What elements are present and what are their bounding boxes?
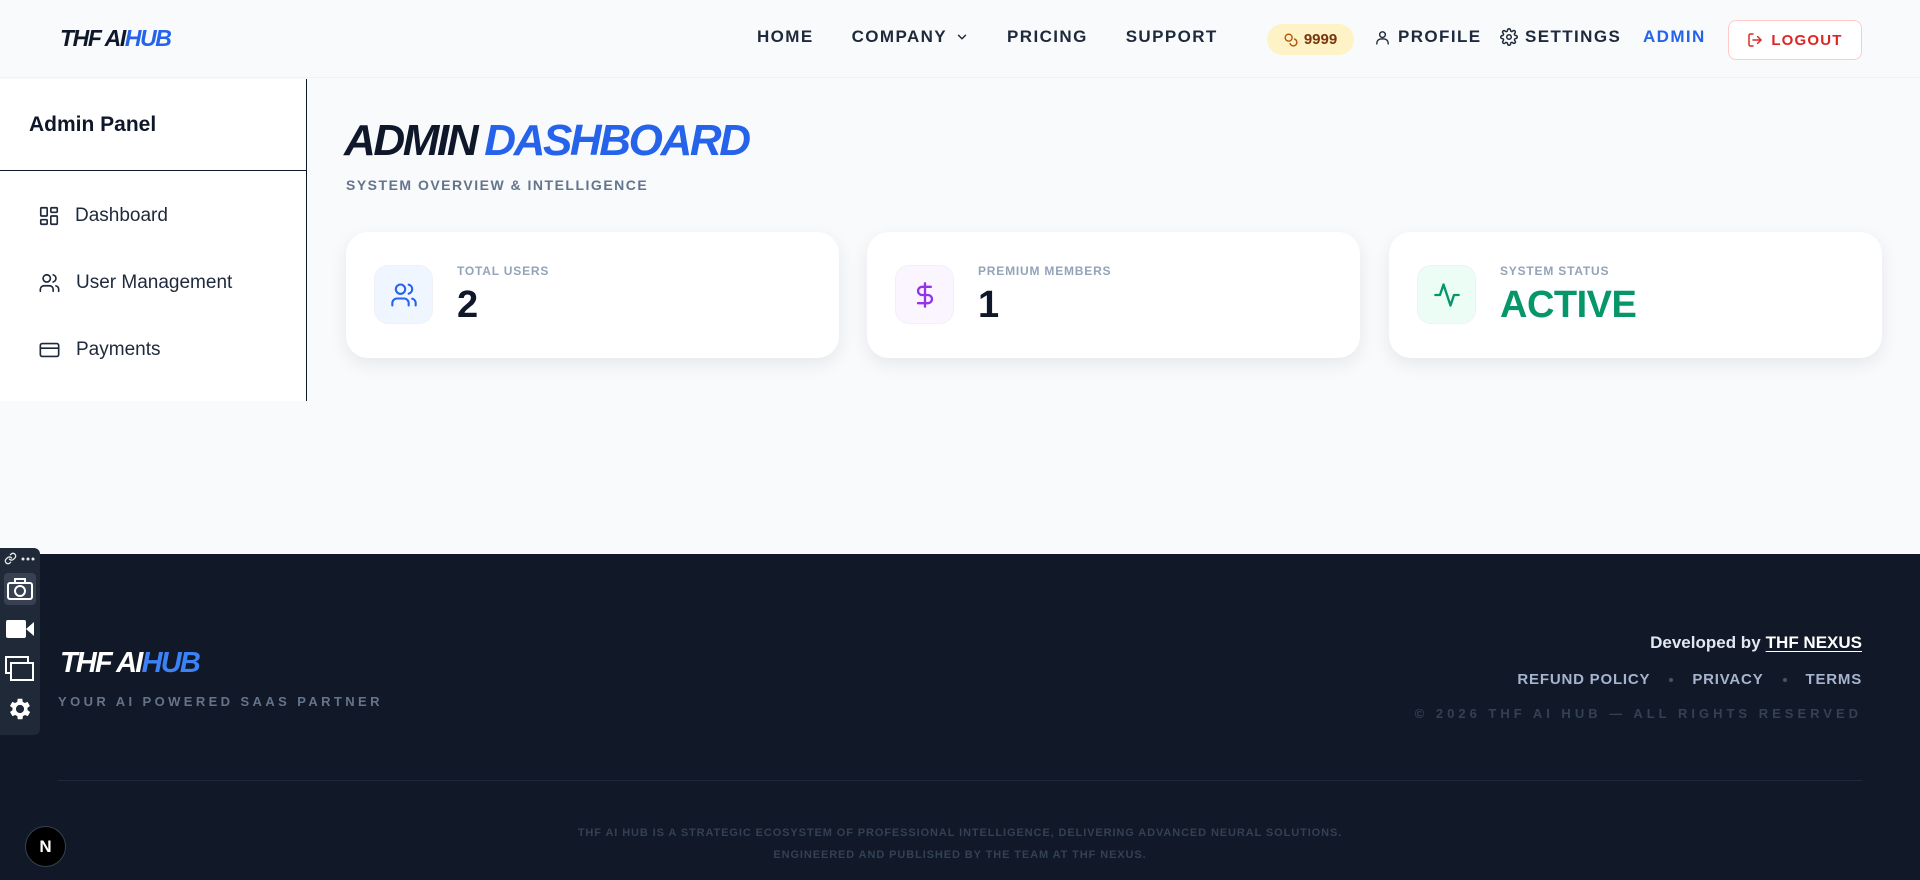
status-value: ACTIVE	[1500, 284, 1637, 326]
settings-label: SETTINGS	[1525, 27, 1622, 46]
separator-dot	[1669, 677, 1674, 682]
devtool-header[interactable]	[4, 552, 36, 565]
nav-support-label: SUPPORT	[1125, 27, 1218, 46]
footer-logo-primary: THF AI	[60, 647, 143, 679]
footer-links: REFUND POLICY PRIVACY TERMS	[1517, 671, 1862, 688]
windows-button[interactable]	[4, 653, 36, 685]
copyright: © 2026 THF AI HUB — ALL RIGHTS RESERVED	[1414, 706, 1862, 721]
nav-pricing-label: PRICING	[1007, 27, 1088, 46]
page-subtitle: SYSTEM OVERVIEW & INTELLIGENCE	[346, 177, 649, 193]
footer-logo[interactable]: THF AIHUB	[60, 647, 201, 680]
dollar-icon	[916, 281, 933, 308]
sidebar-item-dashboard[interactable]: Dashboard	[38, 205, 168, 227]
stat-icon-box	[1417, 265, 1476, 324]
logo-text-primary: THF AI	[60, 25, 126, 51]
stat-value: 2	[457, 284, 479, 326]
record-video-button[interactable]	[4, 613, 36, 645]
link-icon	[4, 552, 17, 565]
site-footer: THF AIHUB YOUR AI POWERED SAAS PARTNER D…	[0, 554, 1920, 880]
gear-icon	[9, 698, 31, 720]
stat-icon-box	[895, 265, 954, 324]
more-dots-icon	[21, 557, 35, 560]
admin-sidebar: Admin Panel Dashboard User Management Pa…	[0, 79, 307, 401]
footer-note: THF AI HUB IS A STRATEGIC ECOSYSTEM OF P…	[0, 822, 1920, 866]
sidebar-item-label: Dashboard	[75, 205, 168, 226]
credit-card-icon	[39, 342, 60, 358]
stat-value: 1	[978, 284, 1000, 326]
stat-card-total-users: TOTAL USERS 2	[346, 232, 839, 358]
video-camera-icon	[6, 620, 34, 638]
brand-logo[interactable]: THF AIHUB	[60, 25, 172, 52]
nav-pricing[interactable]: PRICING	[1007, 27, 1088, 47]
footer-logo-accent: HUB	[141, 647, 201, 679]
stat-label: PREMIUM MEMBERS	[978, 264, 1112, 278]
footer-note-line-2: ENGINEERED AND PUBLISHED BY THE TEAM AT …	[773, 849, 1147, 861]
main-nav: HOME COMPANY PRICING SUPPORT	[757, 27, 1256, 47]
devtool-strip	[0, 548, 40, 735]
logout-label: LOGOUT	[1771, 31, 1843, 49]
developer-link[interactable]: THF NEXUS	[1766, 633, 1862, 652]
footer-link-refund-policy[interactable]: REFUND POLICY	[1517, 671, 1650, 688]
nav-support[interactable]: SUPPORT	[1126, 27, 1218, 47]
stat-label: TOTAL USERS	[457, 264, 550, 278]
profile-link[interactable]: PROFILE	[1374, 27, 1481, 47]
developed-by-label: Developed by	[1650, 633, 1761, 652]
footer-divider	[58, 780, 1862, 781]
user-icon	[1376, 30, 1389, 45]
users-icon	[39, 273, 60, 293]
footer-note-line-1: THF AI HUB IS A STRATEGIC ECOSYSTEM OF P…	[577, 827, 1343, 839]
devtool-settings-button[interactable]	[4, 693, 36, 725]
sidebar-item-user-management[interactable]: User Management	[38, 272, 232, 294]
settings-link[interactable]: SETTINGS	[1500, 27, 1621, 47]
developer-credit: Developed by THF NEXUS	[1650, 633, 1862, 653]
screenshot-button[interactable]	[4, 573, 36, 605]
sidebar-title: Admin Panel	[0, 79, 306, 171]
admin-link[interactable]: ADMIN	[1643, 27, 1706, 47]
stat-icon-box	[374, 265, 433, 324]
sidebar-item-payments[interactable]: Payments	[38, 339, 160, 361]
nextjs-dev-badge[interactable]: N	[25, 826, 66, 867]
stat-card-premium-members: PREMIUM MEMBERS 1	[867, 232, 1360, 358]
stat-card-system-status: SYSTEM STATUS ACTIVE	[1389, 232, 1882, 358]
windows-stack-icon	[5, 656, 34, 681]
chevron-down-icon	[955, 30, 969, 44]
camera-icon	[7, 578, 33, 600]
footer-tagline: YOUR AI POWERED SAAS PARTNER	[58, 694, 383, 709]
activity-icon	[1433, 282, 1460, 307]
dashboard-grid-icon	[39, 206, 59, 226]
gear-icon	[1500, 28, 1518, 46]
sidebar-item-label: Payments	[76, 339, 161, 360]
nav-company-label: COMPANY	[851, 27, 948, 46]
logout-icon	[1748, 33, 1763, 47]
admin-label: ADMIN	[1643, 27, 1706, 46]
sidebar-item-label: User Management	[76, 272, 233, 293]
footer-link-terms[interactable]: TERMS	[1806, 671, 1863, 688]
logo-text-accent: HUB	[124, 25, 172, 51]
credits-badge[interactable]: 9999	[1267, 24, 1354, 55]
coins-icon	[1284, 32, 1298, 47]
users-icon	[390, 282, 417, 307]
nav-home-label: HOME	[757, 27, 814, 46]
page-title-primary: ADMIN	[344, 116, 479, 165]
separator-dot	[1782, 677, 1787, 682]
footer-link-privacy[interactable]: PRIVACY	[1692, 671, 1763, 688]
nav-company[interactable]: COMPANY	[852, 27, 969, 47]
credits-value: 9999	[1303, 31, 1338, 48]
top-header: THF AIHUB HOME COMPANY PRICING SUPPORT 9…	[0, 0, 1920, 78]
page-title-accent: DASHBOARD	[484, 116, 751, 165]
stat-label: SYSTEM STATUS	[1500, 264, 1610, 278]
logout-button[interactable]: LOGOUT	[1728, 20, 1862, 60]
page-title: ADMIN DASHBOARD	[344, 116, 751, 166]
profile-label: PROFILE	[1398, 27, 1482, 46]
nav-home[interactable]: HOME	[757, 27, 814, 47]
